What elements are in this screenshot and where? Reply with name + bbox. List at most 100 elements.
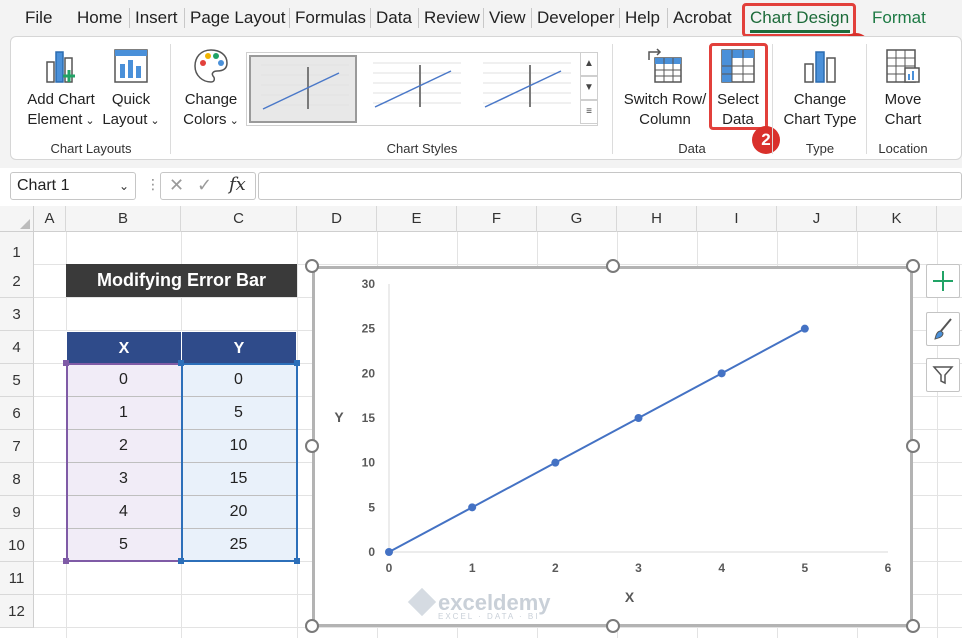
data-point[interactable] bbox=[634, 414, 643, 422]
change-chart-type-label-2: Chart Type bbox=[783, 111, 857, 128]
change-chart-type-label-1: Change bbox=[793, 91, 847, 108]
tab-developer[interactable]: Developer bbox=[537, 0, 615, 36]
tab-format[interactable]: Format bbox=[872, 0, 926, 36]
change-colors-button[interactable]: Change Colors ⌄ bbox=[180, 46, 242, 131]
chart-resize-handle[interactable] bbox=[906, 619, 920, 633]
tab-home[interactable]: Home bbox=[77, 0, 122, 36]
data-point[interactable] bbox=[717, 369, 726, 378]
quick-layout-label-2: Layout bbox=[102, 111, 148, 128]
quick-layout-button[interactable]: Quick Layout ⌄ bbox=[102, 46, 160, 131]
chevron-down-icon[interactable]: ⌄ bbox=[119, 173, 129, 199]
formula-bar-grip-icon[interactable]: ⋮ bbox=[146, 176, 160, 193]
chart-resize-handle[interactable] bbox=[606, 619, 620, 633]
column-header-k[interactable]: K bbox=[857, 206, 937, 232]
chart-resize-handle[interactable] bbox=[606, 259, 620, 273]
tab-view[interactable]: View bbox=[489, 0, 526, 36]
menu-separator bbox=[418, 8, 419, 28]
range-handle[interactable] bbox=[178, 558, 184, 564]
data-point[interactable] bbox=[385, 548, 393, 556]
tab-data[interactable]: Data bbox=[376, 0, 412, 36]
chart-resize-handle[interactable] bbox=[305, 439, 319, 453]
gallery-more-icon[interactable]: ≡ bbox=[580, 100, 598, 124]
table-header-y[interactable]: Y bbox=[181, 331, 297, 364]
column-header-b[interactable]: B bbox=[66, 206, 181, 232]
table-header-x[interactable]: X bbox=[66, 331, 182, 364]
chevron-down-icon: ⌄ bbox=[82, 115, 95, 127]
column-header-d[interactable]: D bbox=[297, 206, 377, 232]
data-point[interactable] bbox=[468, 503, 477, 512]
tab-formulas[interactable]: Formulas bbox=[295, 0, 366, 36]
chart-style-2[interactable] bbox=[363, 55, 471, 123]
tab-acrobat[interactable]: Acrobat bbox=[673, 0, 732, 36]
enter-check-icon[interactable]: ✓ bbox=[197, 175, 212, 196]
x-tick-label: 1 bbox=[469, 561, 476, 575]
cancel-icon[interactable]: ✕ bbox=[169, 175, 184, 196]
range-handle[interactable] bbox=[294, 360, 300, 366]
column-header-a[interactable]: A bbox=[34, 206, 66, 232]
row-header-9[interactable]: 9 bbox=[0, 496, 34, 529]
row-header-7[interactable]: 7 bbox=[0, 430, 34, 463]
ribbon-separator bbox=[772, 44, 773, 154]
column-header-g[interactable]: G bbox=[537, 206, 617, 232]
tab-review[interactable]: Review bbox=[424, 0, 480, 36]
chart-resize-handle[interactable] bbox=[906, 439, 920, 453]
x-tick-label: 3 bbox=[635, 561, 642, 575]
sheet-title[interactable]: Modifying Error Bar bbox=[66, 264, 297, 297]
column-header-h[interactable]: H bbox=[617, 206, 697, 232]
tab-page-layout[interactable]: Page Layout bbox=[190, 0, 285, 36]
row-header-2[interactable]: 2 bbox=[0, 265, 34, 298]
range-handle[interactable] bbox=[178, 360, 184, 366]
tab-file[interactable]: File bbox=[25, 0, 52, 36]
chart-filters-button[interactable] bbox=[926, 358, 960, 392]
range-handle[interactable] bbox=[294, 558, 300, 564]
y-tick-label: 0 bbox=[368, 545, 375, 559]
chart-resize-handle[interactable] bbox=[305, 259, 319, 273]
y-tick-label: 5 bbox=[368, 500, 375, 514]
series-line[interactable] bbox=[388, 327, 806, 553]
range-handle[interactable] bbox=[63, 558, 69, 564]
column-header-f[interactable]: F bbox=[457, 206, 537, 232]
data-point[interactable] bbox=[551, 458, 560, 467]
tab-help[interactable]: Help bbox=[625, 0, 660, 36]
row-header-10[interactable]: 10 bbox=[0, 529, 34, 562]
ribbon-separator bbox=[866, 44, 867, 154]
chart-style-preview-icon bbox=[373, 62, 461, 108]
switch-row-column-icon bbox=[648, 48, 682, 83]
chart-elements-button[interactable] bbox=[926, 264, 960, 298]
tab-insert[interactable]: Insert bbox=[135, 0, 178, 36]
name-box[interactable]: Chart 1 ⌄ bbox=[10, 172, 136, 200]
chart-style-1[interactable] bbox=[249, 55, 357, 123]
row-header-4[interactable]: 4 bbox=[0, 331, 34, 364]
range-handle[interactable] bbox=[63, 360, 69, 366]
row-header-5[interactable]: 5 bbox=[0, 364, 34, 397]
column-header-e[interactable]: E bbox=[377, 206, 457, 232]
row-header-12[interactable]: 12 bbox=[0, 595, 34, 628]
formula-bar-buttons: ✕ ✓ fx bbox=[160, 172, 256, 200]
gallery-scroll-down-icon[interactable]: ▼ bbox=[580, 76, 598, 100]
move-chart-icon bbox=[886, 49, 920, 83]
switch-row-column-button[interactable]: Switch Row/ Column bbox=[620, 46, 710, 130]
watermark-tagline: EXCEL · DATA · BI bbox=[438, 612, 540, 621]
add-chart-element-button[interactable]: Add Chart Element ⌄ bbox=[20, 46, 102, 131]
column-header-j[interactable]: J bbox=[777, 206, 857, 232]
change-chart-type-button[interactable]: Change Chart Type bbox=[780, 46, 860, 130]
column-header-c[interactable]: C bbox=[181, 206, 297, 232]
chart-styles-button[interactable] bbox=[926, 312, 960, 346]
row-header-8[interactable]: 8 bbox=[0, 463, 34, 496]
formula-input[interactable] bbox=[258, 172, 962, 200]
row-header-6[interactable]: 6 bbox=[0, 397, 34, 430]
insert-function-icon[interactable]: fx bbox=[229, 174, 246, 195]
row-header-3[interactable]: 3 bbox=[0, 298, 34, 331]
x-tick-label: 4 bbox=[718, 561, 725, 575]
row-header-11[interactable]: 11 bbox=[0, 562, 34, 595]
chart-style-3[interactable] bbox=[473, 55, 581, 123]
data-point[interactable] bbox=[800, 324, 809, 333]
line-chart[interactable]: 0 5 10 15 20 25 30 0 1 2 3 4 5 6 X Y bbox=[315, 269, 910, 624]
gallery-scroll-up-icon[interactable]: ▲ bbox=[580, 52, 598, 76]
quick-layout-label-1: Quick bbox=[111, 91, 151, 108]
move-chart-button[interactable]: Move Chart bbox=[874, 46, 932, 130]
column-header-i[interactable]: I bbox=[697, 206, 777, 232]
select-all-corner[interactable] bbox=[0, 206, 34, 232]
chart-resize-handle[interactable] bbox=[305, 619, 319, 633]
chart-resize-handle[interactable] bbox=[906, 259, 920, 273]
